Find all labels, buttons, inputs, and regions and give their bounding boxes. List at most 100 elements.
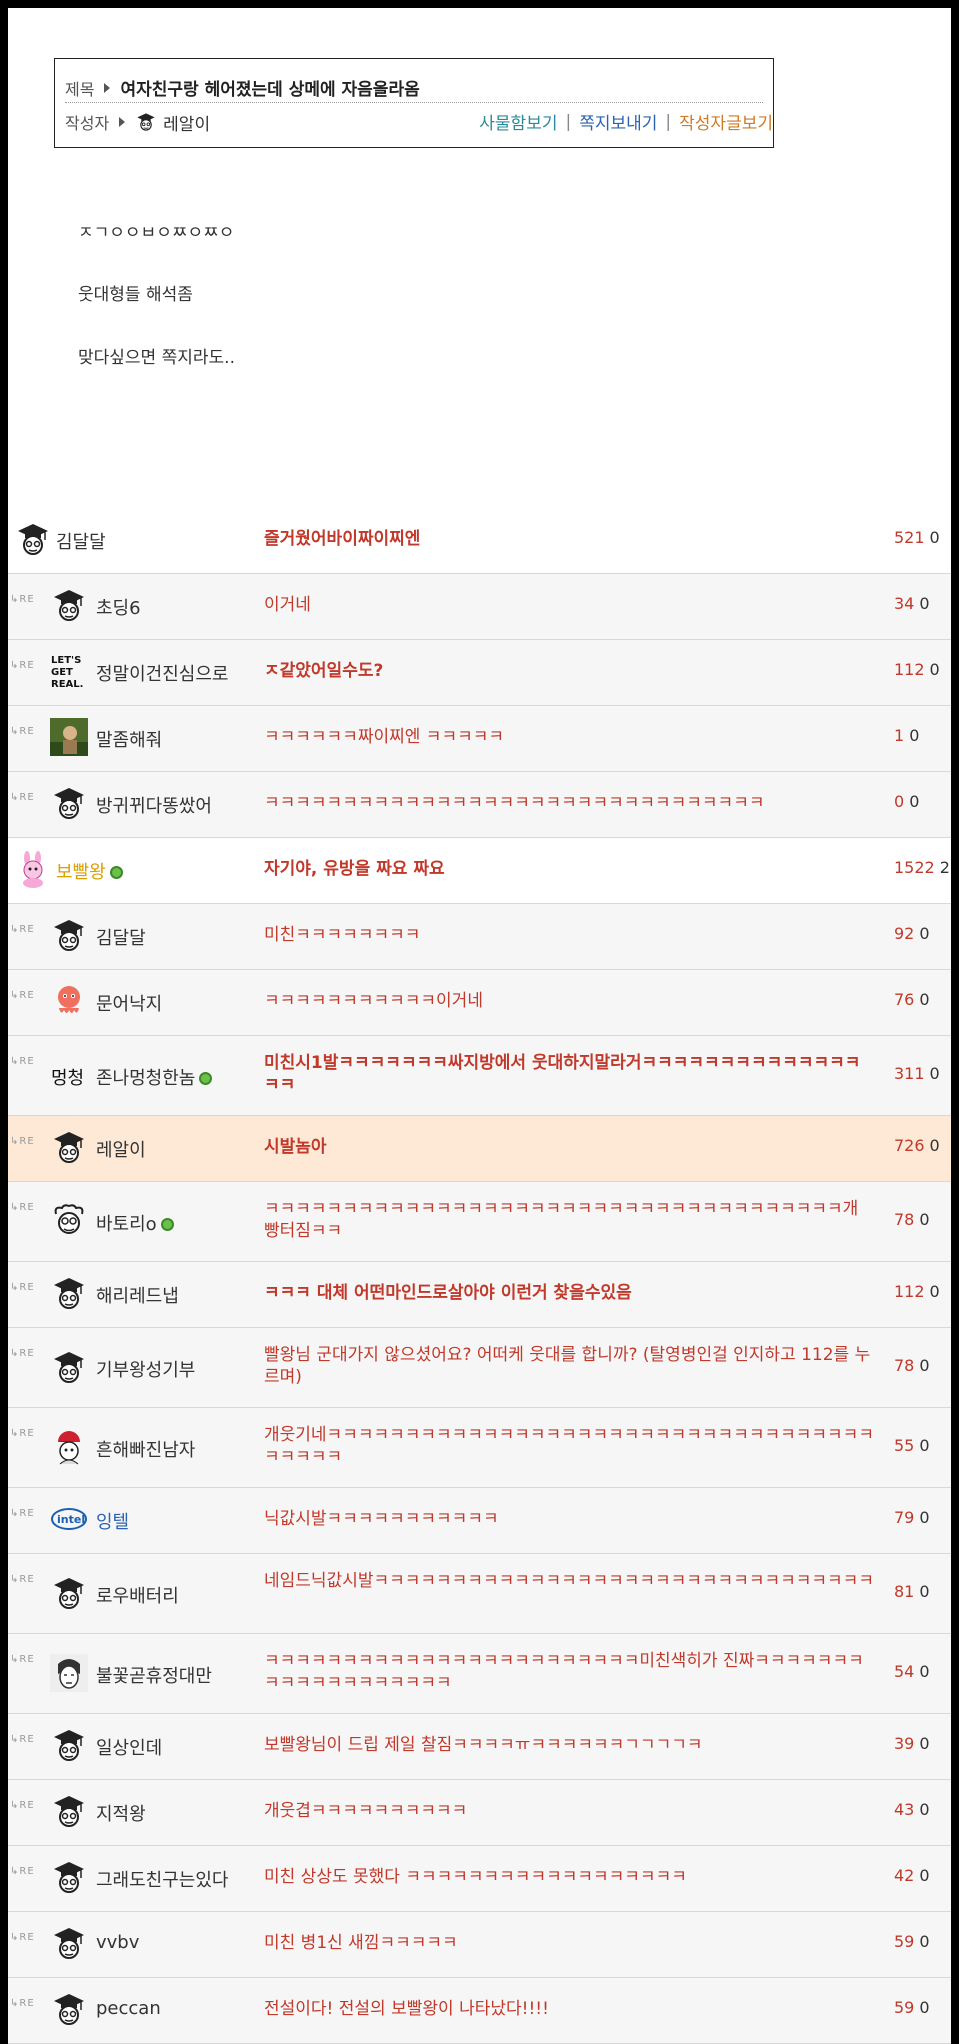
comment-author[interactable]: 해리레드냅 — [96, 1282, 179, 1308]
comment-row: ↳RE 초딩6 이거네 34 0 — [8, 574, 951, 640]
graduate-cap-icon[interactable] — [50, 1274, 88, 1312]
reply-count: 0 — [919, 1998, 930, 2017]
comment-author-name[interactable]: 일상인데 — [96, 1738, 162, 1759]
reply-count: 0 — [919, 1508, 930, 1527]
comment-author[interactable]: 레알이 — [96, 1136, 146, 1162]
photo-avatar[interactable] — [50, 718, 88, 756]
graduate-cap-icon[interactable] — [50, 1990, 88, 2028]
reply-count: 0 — [919, 594, 930, 613]
comment-author[interactable]: vvbv — [96, 1932, 139, 1953]
comment-author-name[interactable]: 로우배터리 — [96, 1586, 179, 1607]
comment-text: 이거네 — [264, 595, 311, 615]
taegeuk-face-icon[interactable] — [50, 1428, 88, 1466]
like-count: 79 — [894, 1508, 915, 1527]
comment-author-name[interactable]: 초딩6 — [96, 598, 141, 619]
comment-author-name[interactable]: 문어낙지 — [96, 994, 162, 1015]
comment-author-name[interactable]: 김달달 — [96, 928, 146, 949]
comment-author[interactable]: 불꽃곧휴정대만 — [96, 1662, 212, 1688]
graduate-cap-icon[interactable] — [50, 784, 88, 822]
graduate-cap-icon[interactable] — [50, 1348, 88, 1386]
comment-author-name[interactable]: 정말이건진심으로 — [96, 664, 228, 685]
comment-author-name[interactable]: 기부왕성기부 — [96, 1360, 195, 1381]
graduate-cap-icon[interactable] — [14, 520, 52, 558]
comment-author-name[interactable]: 말좀해줘 — [96, 730, 162, 751]
post-author[interactable]: 레알이 — [163, 110, 210, 135]
like-count: 81 — [894, 1582, 915, 1601]
comment-author[interactable]: 일상인데 — [96, 1734, 162, 1760]
comment-author[interactable]: 로우배터리 — [96, 1582, 179, 1608]
reply-arrow-icon: ↳RE — [10, 1932, 35, 1943]
comment-author[interactable]: 그래도친구는있다 — [96, 1866, 228, 1892]
comment-author-name[interactable]: 존나멍청한놈 — [96, 1068, 195, 1089]
comment-author[interactable]: 잉텔 — [96, 1508, 129, 1534]
page-frame: 제목 여자친구랑 헤어졌는데 상메에 자음올라옴 작성자 레알이 사물함보기 |… — [8, 8, 951, 2044]
comment-row: ↳RE 불꽃곧휴정대만 ㅋㅋㅋㅋㅋㅋㅋㅋㅋㅋㅋㅋㅋㅋㅋㅋㅋㅋㅋㅋㅋㅋㅋㅋ미친색히가 … — [8, 1634, 951, 1714]
like-count: 311 — [894, 1064, 925, 1083]
comment-author-name[interactable]: 방귀뀌다똥쌌어 — [96, 796, 212, 817]
post-header: 제목 여자친구랑 헤어졌는데 상메에 자음올라옴 작성자 레알이 사물함보기 |… — [54, 58, 774, 148]
comment-author[interactable]: 김달달 — [96, 924, 146, 950]
comment-author[interactable]: 말좀해줘 — [96, 726, 162, 752]
comment-author-name[interactable]: 지적왕 — [96, 1804, 146, 1825]
author-links: 사물함보기 | 쪽지보내기 | 작성자글보기 — [479, 109, 773, 135]
comment-row: ↳RE peccan 전설이다! 전설의 보빨왕이 나타났다!!!! 59 0 — [8, 1978, 951, 2044]
comment-author[interactable]: 바토리o — [96, 1210, 174, 1236]
comment-text: 미친시1발ㅋㅋㅋㅋㅋㅋㅋ싸지방에서 웃대하지말라거ㅋㅋㅋㅋㅋㅋㅋㅋㅋㅋㅋㅋㅋㅋㅋ… — [264, 1053, 861, 1095]
locker-link[interactable]: 사물함보기 — [479, 109, 557, 134]
curly-face-icon[interactable] — [50, 1202, 88, 1240]
send-message-link[interactable]: 쪽지보내기 — [579, 109, 657, 134]
author-posts-link[interactable]: 작성자글보기 — [679, 109, 773, 134]
comment-author[interactable]: 지적왕 — [96, 1800, 146, 1826]
graduate-cap-icon[interactable] — [50, 916, 88, 954]
comment-author-name[interactable]: 레알이 — [96, 1140, 146, 1161]
comment-author-name[interactable]: 김달달 — [56, 532, 106, 553]
comment-author[interactable]: 초딩6 — [96, 594, 141, 620]
reply-count: 0 — [919, 1662, 930, 1681]
comment-author[interactable]: 김달달 — [56, 528, 106, 554]
reply-count: 0 — [929, 660, 940, 679]
comment-author[interactable]: peccan — [96, 1998, 161, 2019]
graduate-cap-icon[interactable] — [50, 1792, 88, 1830]
reply-count: 0 — [929, 1136, 940, 1155]
reply-label: RE — [19, 726, 35, 737]
comment-row: ↳RE 흔해빠진남자 개웃기네ㅋㅋㅋㅋㅋㅋㅋㅋㅋㅋㅋㅋㅋㅋㅋㅋㅋㅋㅋㅋㅋㅋㅋㅋㅋㅋㅋ… — [8, 1408, 951, 1488]
meongcheong-text-icon[interactable]: 멍청 — [50, 1056, 88, 1094]
comment-author-name[interactable]: peccan — [96, 1998, 161, 2019]
octopus-icon[interactable] — [50, 982, 88, 1020]
comment-author[interactable]: 문어낙지 — [96, 990, 162, 1016]
reply-label: RE — [19, 1866, 35, 1877]
comment-author[interactable]: 흔해빠진남자 — [96, 1436, 195, 1462]
reply-arrow-icon: ↳RE — [10, 660, 35, 671]
intel-logo-icon[interactable]: intel — [50, 1500, 88, 1538]
comment-author[interactable]: 방귀뀌다똥쌌어 — [96, 792, 212, 818]
comment-author-name[interactable]: 잉텔 — [96, 1512, 129, 1533]
comment-counts: 311 0 — [894, 1064, 940, 1083]
reply-label: RE — [19, 1574, 35, 1585]
pink-rabbit-icon[interactable] — [14, 850, 52, 888]
comment-author-name[interactable]: 바토리o — [96, 1214, 157, 1235]
comment-author-name[interactable]: 불꽃곧휴정대만 — [96, 1666, 212, 1687]
comment-author-name[interactable]: 보빨왕 — [56, 862, 106, 883]
sketch-face-icon[interactable] — [50, 1654, 88, 1692]
comment-text: 전설이다! 전설의 보빨왕이 나타났다!!!! — [264, 1999, 549, 2019]
reply-arrow-icon: ↳RE — [10, 792, 35, 803]
lets-get-real-logo[interactable]: LET'S GET REAL. — [50, 652, 88, 690]
graduate-cap-icon[interactable] — [50, 1726, 88, 1764]
comment-text: ㅋㅋㅋㅋㅋㅋㅋㅋㅋㅋㅋ이거네 — [264, 991, 483, 1011]
comment-author[interactable]: 정말이건진심으로 — [96, 660, 228, 686]
graduate-cap-icon[interactable] — [50, 1128, 88, 1166]
graduate-cap-icon[interactable] — [50, 1924, 88, 1962]
graduate-cap-icon[interactable] — [50, 1574, 88, 1612]
comment-author-name[interactable]: 그래도친구는있다 — [96, 1870, 228, 1891]
comment-author[interactable]: 보빨왕 — [56, 858, 123, 884]
comment-author[interactable]: 기부왕성기부 — [96, 1356, 195, 1382]
graduate-cap-icon[interactable] — [50, 586, 88, 624]
reply-count: 0 — [919, 1210, 930, 1229]
comment-author-name[interactable]: 흔해빠진남자 — [96, 1440, 195, 1461]
graduate-cap-icon[interactable] — [50, 1858, 88, 1896]
reply-label: RE — [19, 1056, 35, 1067]
comment-author[interactable]: 존나멍청한놈 — [96, 1064, 213, 1090]
comment-text: 시발놈아 — [264, 1137, 327, 1157]
comment-author-name[interactable]: vvbv — [96, 1932, 139, 1953]
comment-author-name[interactable]: 해리레드냅 — [96, 1286, 179, 1307]
